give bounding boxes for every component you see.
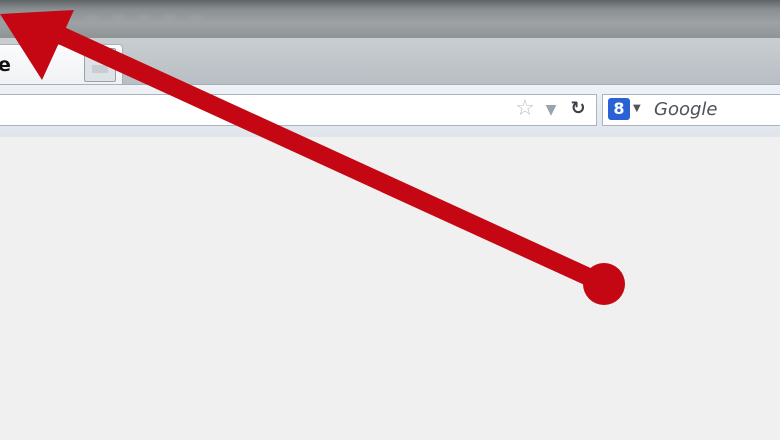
annotation-arrow-dot: [583, 263, 625, 305]
annotation-arrow: [0, 10, 625, 305]
annotation-arrow-shaft: [27, 15, 613, 293]
